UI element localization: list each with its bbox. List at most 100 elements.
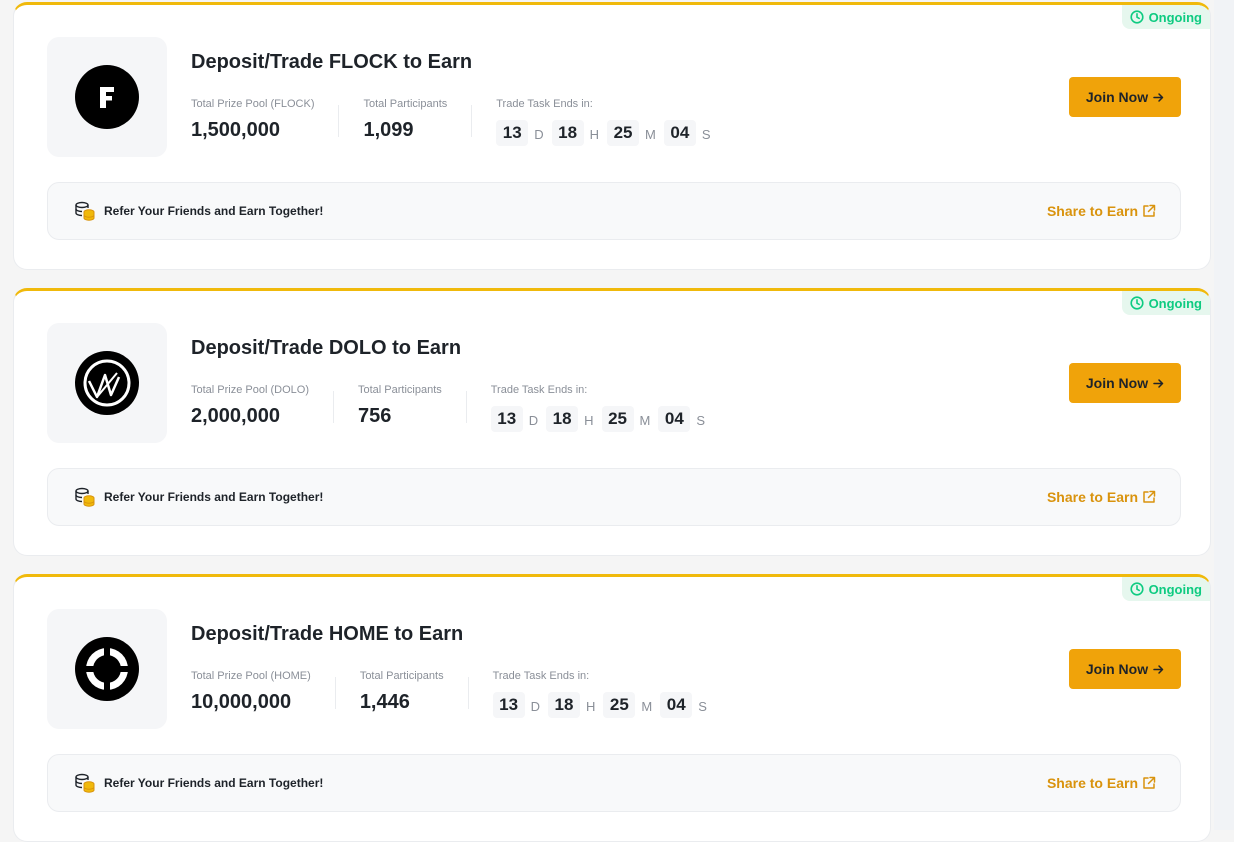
prize-pool-stat: Total Prize Pool (DOLO) 2,000,000	[191, 384, 309, 428]
share-to-earn-link[interactable]: Share to Earn	[1047, 203, 1156, 219]
join-now-button[interactable]: Join Now	[1069, 363, 1181, 403]
join-now-button[interactable]: Join Now	[1069, 77, 1181, 117]
status-label: Ongoing	[1148, 9, 1202, 25]
refer-text: Refer Your Friends and Earn Together!	[104, 204, 324, 218]
share-label: Share to Earn	[1046, 775, 1138, 791]
refer-text: Refer Your Friends and Earn Together!	[104, 490, 324, 504]
prize-pool-label: Total Prize Pool (HOME)	[191, 670, 311, 682]
token-logo	[47, 609, 167, 729]
refer-banner: Refer Your Friends and Earn Together! Sh…	[47, 754, 1181, 812]
join-now-label: Join Now	[1085, 89, 1149, 105]
token-logo	[47, 323, 167, 443]
countdown-hours: 18	[551, 120, 584, 146]
participants-value: 1,446	[359, 691, 410, 713]
campaign-title: Deposit/Trade DOLO to Earn	[191, 337, 462, 359]
countdown-minutes: 25	[601, 406, 634, 432]
campaign-card-dolo: Ongoing Deposit/Trade DOLO to Earn Total…	[13, 288, 1211, 556]
dolo-logo-icon	[75, 351, 139, 415]
external-link-icon	[1143, 204, 1156, 217]
participants-stat: Total Participants 1,446	[360, 670, 444, 714]
campaign-card-home: Ongoing Deposit/Trade HOME to Earn Total…	[13, 574, 1211, 842]
stat-divider	[465, 391, 467, 423]
participants-label: Total Participants	[363, 98, 448, 110]
share-label: Share to Earn	[1046, 203, 1138, 219]
share-to-earn-link[interactable]: Share to Earn	[1047, 489, 1156, 505]
refer-banner: Refer Your Friends and Earn Together! Sh…	[47, 182, 1181, 240]
external-link-icon	[1143, 490, 1156, 503]
countdown-seconds: 04	[663, 120, 696, 146]
countdown-timer: 13 D 18 H 25 M 04 S	[496, 120, 718, 146]
prize-pool-value: 2,000,000	[191, 405, 280, 427]
join-now-label: Join Now	[1085, 661, 1149, 677]
flock-logo-icon	[75, 65, 139, 129]
status-label: Ongoing	[1148, 295, 1202, 311]
hours-unit: H	[584, 412, 594, 428]
coins-icon	[75, 201, 95, 221]
participants-label: Total Participants	[359, 670, 444, 682]
campaign-title: Deposit/Trade HOME to Earn	[191, 623, 464, 645]
page-scrollbar[interactable]	[1214, 0, 1234, 830]
seconds-unit: S	[696, 412, 706, 428]
campaign-title: Deposit/Trade FLOCK to Earn	[191, 51, 473, 73]
status-badge: Ongoing	[1121, 291, 1210, 315]
ends-label: Trade Task Ends in:	[496, 98, 593, 110]
hours-unit: H	[585, 698, 596, 714]
coins-icon	[75, 773, 95, 793]
participants-value: 1,099	[363, 119, 414, 141]
countdown-days: 13	[492, 692, 525, 718]
share-to-earn-link[interactable]: Share to Earn	[1047, 775, 1156, 791]
countdown-stat: Trade Task Ends in: 13 D 18 H 25 M 04 S	[490, 384, 713, 432]
campaign-stats: Total Prize Pool (FLOCK) 1,500,000 Total…	[191, 98, 719, 146]
participants-label: Total Participants	[357, 384, 442, 396]
stat-divider	[467, 677, 469, 709]
countdown-days: 13	[496, 120, 529, 146]
days-unit: D	[528, 412, 539, 428]
prize-pool-label: Total Prize Pool (DOLO)	[191, 384, 309, 396]
home-logo-icon	[75, 637, 139, 701]
countdown-days: 13	[490, 406, 523, 432]
ends-label: Trade Task Ends in:	[492, 670, 590, 682]
countdown-minutes: 25	[607, 120, 640, 146]
days-unit: D	[534, 126, 544, 142]
status-badge: Ongoing	[1121, 577, 1210, 601]
countdown-hours: 18	[546, 406, 579, 432]
prize-pool-value: 10,000,000	[191, 691, 292, 713]
external-link-icon	[1143, 776, 1156, 789]
countdown-stat: Trade Task Ends in: 13 D 18 H 25 M 04 S	[496, 98, 718, 146]
minutes-unit: M	[645, 126, 656, 142]
join-now-label: Join Now	[1085, 375, 1149, 391]
stat-divider	[338, 105, 340, 137]
stat-divider	[332, 391, 334, 423]
stat-divider	[471, 105, 473, 137]
participants-value: 756	[357, 405, 392, 427]
campaign-card-flock: Ongoing Deposit/Trade FLOCK to Earn Tota…	[13, 2, 1211, 270]
arrow-right-icon	[1153, 664, 1164, 674]
status-badge: Ongoing	[1121, 5, 1210, 29]
status-label: Ongoing	[1148, 581, 1202, 597]
join-now-button[interactable]: Join Now	[1069, 649, 1181, 689]
countdown-timer: 13 D 18 H 25 M 04 S	[492, 692, 715, 718]
arrow-right-icon	[1153, 92, 1164, 102]
share-label: Share to Earn	[1046, 489, 1138, 505]
coins-icon	[75, 487, 95, 507]
minutes-unit: M	[639, 412, 651, 428]
minutes-unit: M	[641, 698, 653, 714]
ends-label: Trade Task Ends in:	[490, 384, 588, 396]
prize-pool-value: 1,500,000	[191, 119, 280, 141]
clock-icon	[1129, 582, 1144, 596]
prize-pool-label: Total Prize Pool (FLOCK)	[191, 98, 315, 110]
seconds-unit: S	[698, 698, 707, 714]
prize-pool-stat: Total Prize Pool (HOME) 10,000,000	[191, 670, 311, 714]
participants-stat: Total Participants 1,099	[363, 98, 447, 142]
hours-unit: H	[589, 126, 600, 142]
participants-stat: Total Participants 756	[358, 384, 442, 428]
countdown-minutes: 25	[603, 692, 636, 718]
countdown-hours: 18	[547, 692, 580, 718]
prize-pool-stat: Total Prize Pool (FLOCK) 1,500,000	[191, 98, 314, 142]
token-logo	[47, 37, 167, 157]
countdown-seconds: 04	[658, 406, 691, 432]
countdown-timer: 13 D 18 H 25 M 04 S	[490, 406, 713, 432]
arrow-right-icon	[1153, 378, 1164, 388]
campaign-stats: Total Prize Pool (DOLO) 2,000,000 Total …	[191, 384, 713, 432]
stat-divider	[334, 677, 336, 709]
